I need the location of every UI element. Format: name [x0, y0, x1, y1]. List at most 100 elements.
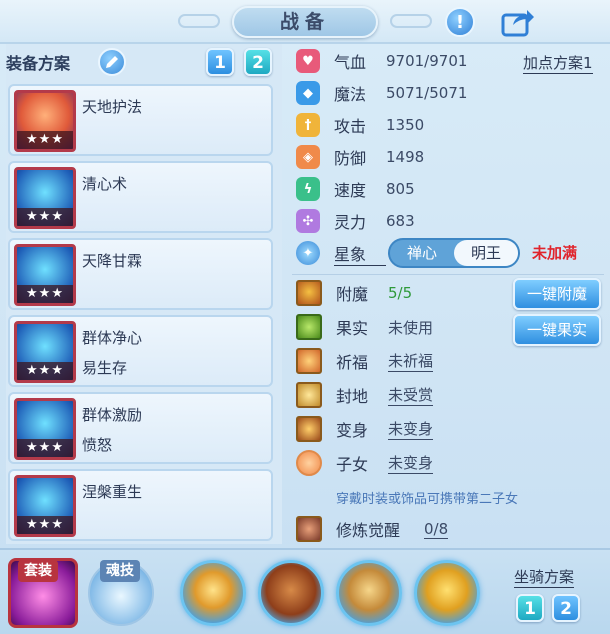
skill-stars: ★★★: [17, 131, 73, 149]
enhance-value: 5/5: [388, 284, 413, 302]
stat-label: 防御: [334, 149, 367, 168]
equipment-plan-1-button[interactable]: 1: [206, 48, 234, 76]
stat-label: 速度: [334, 181, 367, 200]
stat-row-hp: ♥ 气血 9701/9701: [296, 48, 467, 74]
battle-prep-screen: 战备 ! 装备方案 1 2 ★★★ 天地护法 ★★★ 清心术 ★★★ 天降甘霖 …: [0, 0, 610, 634]
spirit-icon: ✣: [296, 209, 320, 233]
stat-row-attack: † 攻击 1350: [296, 112, 424, 138]
diamond-icon: ◆: [296, 81, 320, 105]
section-divider: [292, 274, 604, 275]
enhance-row-transform: 变身 未变身: [296, 416, 434, 442]
skill-icon: ★★★: [14, 167, 76, 229]
skill-subtitle: 愤怒: [82, 436, 113, 454]
fruit-icon: [296, 314, 322, 340]
edit-plan-button[interactable]: [98, 48, 126, 76]
equipment-plan-2-button[interactable]: 2: [244, 48, 272, 76]
skill-name: 清心术: [82, 175, 128, 193]
stat-label: 气血: [334, 53, 367, 72]
xingxiang-toggle[interactable]: 禅心 明王: [388, 238, 520, 268]
one-key-fruit-button[interactable]: 一键果实: [513, 314, 601, 346]
stat-value: 683: [386, 212, 415, 230]
skill-card[interactable]: ★★★ 清心术: [8, 161, 273, 233]
stat-value: 805: [386, 180, 415, 198]
stat-row-mp: ◆ 魔法 5071/5071: [296, 80, 467, 106]
skill-card[interactable]: ★★★ 天降甘霖: [8, 238, 273, 310]
mount-slot-1[interactable]: [180, 560, 246, 626]
stat-label: 攻击: [334, 117, 367, 136]
skill-subtitle: 易生存: [82, 359, 128, 377]
skill-icon: ★★★: [14, 244, 76, 306]
pencil-icon: [106, 56, 118, 68]
stat-value: 1350: [386, 116, 425, 134]
info-button[interactable]: !: [442, 5, 478, 39]
heart-icon: ♥: [296, 49, 320, 73]
enhance-row-fruit: 果实 未使用: [296, 314, 433, 340]
blessing-icon: [296, 348, 322, 374]
enhance-value[interactable]: 未祈福: [388, 350, 434, 372]
header-ornament-left: [178, 14, 220, 28]
stat-label: 灵力: [334, 213, 367, 232]
xingxiang-label[interactable]: 星象: [334, 241, 386, 266]
skill-icon: ★★★: [14, 90, 76, 152]
enhance-label: 子女: [336, 455, 369, 474]
enchant-icon: [296, 280, 322, 306]
enhance-row-blessing: 祈福 未祈福: [296, 348, 434, 374]
enhance-row-enchant: 附魔 5/5: [296, 280, 412, 306]
exclamation-icon: !: [445, 7, 475, 37]
enhance-row-children: 子女 未变身: [296, 450, 434, 476]
share-button[interactable]: [500, 5, 536, 39]
stat-value: 1498: [386, 148, 425, 166]
child-icon: [296, 450, 322, 476]
transform-icon: [296, 416, 322, 442]
skill-name: 涅槃重生: [82, 483, 143, 501]
enhance-value[interactable]: 未变身: [388, 452, 434, 474]
mount-slot-2[interactable]: [258, 560, 324, 626]
enhance-row-fief: 封地 未受赏: [296, 382, 434, 408]
awaken-row: 修炼觉醒 0/8: [296, 516, 449, 542]
page-title: 战备: [232, 6, 378, 38]
stat-label: 魔法: [334, 85, 367, 104]
enhance-label: 附魔: [336, 285, 369, 304]
skill-card[interactable]: ★★★ 涅槃重生: [8, 469, 273, 541]
skill-name: 天降甘霖: [82, 252, 143, 270]
header-ornament-right: [390, 14, 432, 28]
enhance-value[interactable]: 未受赏: [388, 384, 434, 406]
stat-row-speed: ϟ 速度 805: [296, 176, 415, 202]
toggle-option-mingwang[interactable]: 明王: [454, 240, 518, 266]
awaken-label: 修炼觉醒: [336, 521, 401, 540]
shield-icon: ◈: [296, 145, 320, 169]
awaken-icon: [296, 516, 322, 542]
skill-name: 群体净心: [82, 329, 143, 347]
mount-slot-3[interactable]: [336, 560, 402, 626]
mount-plan-2-button[interactable]: 2: [552, 594, 580, 622]
soul-skill-tab-label: 魂技: [100, 560, 140, 582]
attribute-plan-link[interactable]: 加点方案1: [523, 52, 593, 74]
stat-row-xingxiang: ✦ 星象: [296, 240, 386, 266]
stat-row-spirit: ✣ 灵力 683: [296, 208, 415, 234]
skill-card[interactable]: ★★★ 天地护法: [8, 84, 273, 156]
skill-card[interactable]: ★★★ 群体激励 愤怒: [8, 392, 273, 464]
equipment-plan-title: 装备方案: [6, 54, 71, 73]
xingxiang-status: 未加满: [532, 244, 578, 262]
skill-card[interactable]: ★★★ 群体净心 易生存: [8, 315, 273, 387]
skill-stars: ★★★: [17, 285, 73, 303]
header-bar: 战备 !: [0, 0, 610, 44]
mount-plan-title[interactable]: 坐骑方案: [514, 566, 575, 588]
skill-stars: ★★★: [17, 439, 73, 457]
star-compass-icon: ✦: [296, 241, 320, 265]
enhance-value: 未使用: [388, 318, 434, 337]
toggle-option-chanxin[interactable]: 禅心: [390, 240, 454, 266]
stat-value: 9701/9701: [386, 52, 468, 70]
stat-value: 5071/5071: [386, 84, 468, 102]
mount-plan-1-button[interactable]: 1: [516, 594, 544, 622]
enhance-value[interactable]: 未变身: [388, 418, 434, 440]
one-key-enchant-button[interactable]: 一键附魔: [513, 278, 601, 310]
skill-icon: ★★★: [14, 475, 76, 537]
enhance-label: 封地: [336, 387, 369, 406]
sword-icon: †: [296, 113, 320, 137]
scroll-icon: [296, 382, 322, 408]
skill-name: 天地护法: [82, 98, 143, 116]
awaken-value[interactable]: 0/8: [424, 520, 449, 539]
mount-slot-4[interactable]: [414, 560, 480, 626]
skill-stars: ★★★: [17, 208, 73, 226]
